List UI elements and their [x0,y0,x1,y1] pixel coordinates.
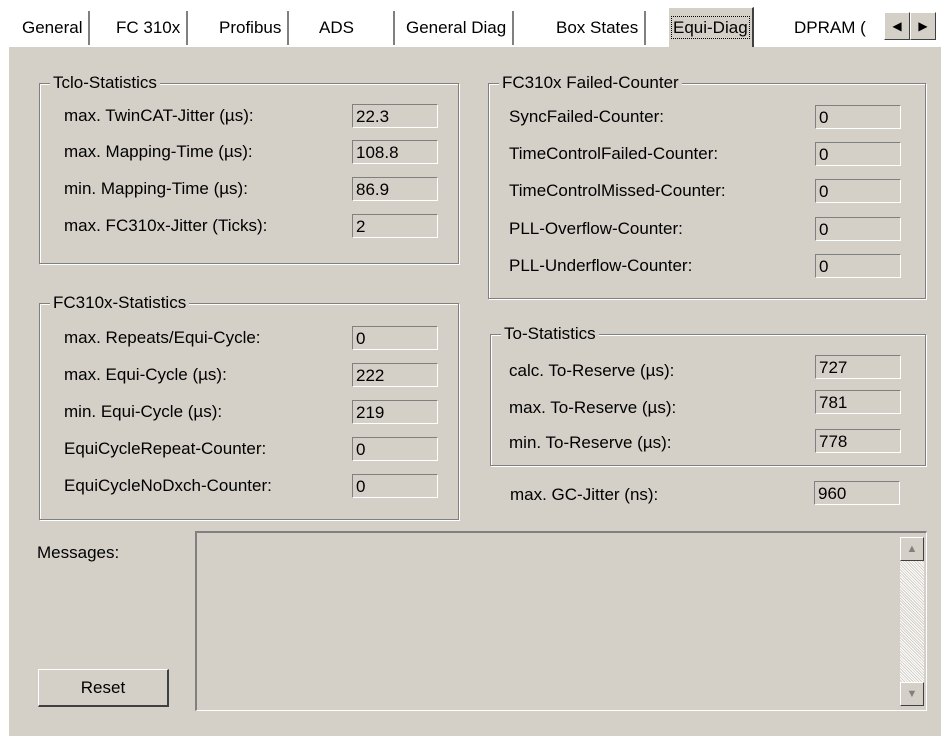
stat-value: 0 [352,326,438,350]
counter-value: 0 [815,142,901,166]
scroll-up-icon[interactable]: ▲ [900,537,924,561]
to-statistics-group: To-Statistics calc. To-Reserve (µs): 727… [490,323,926,466]
stat-row: max. FC310x-Jitter (Ticks): 2 [40,214,458,240]
counter-row: TimeControlFailed-Counter: 0 [489,142,925,168]
tab-fc310x[interactable]: FC 310x [110,11,189,45]
counter-row: PLL-Underflow-Counter: 0 [489,254,925,280]
stat-label: max. Repeats/Equi-Cycle: [64,328,261,347]
tab-scroll-left-icon[interactable]: ◀ [884,12,910,40]
tab-ads[interactable]: ADS [313,11,395,45]
tab-strip: General FC 310x Profibus ADS General Dia… [0,0,941,52]
counter-row: SyncFailed-Counter: 0 [489,105,925,131]
stat-value: 86.9 [352,177,438,201]
stat-row: max. Mapping-Time (µs): 108.8 [40,140,458,166]
counter-value: 0 [815,254,901,278]
tcio-statistics-group: Tclo-Statistics max. TwinCAT-Jitter (µs)… [39,72,459,264]
fc310x-statistics-group: FC310x-Statistics max. Repeats/Equi-Cycl… [39,292,459,520]
tab-profibus[interactable]: Profibus [213,11,290,45]
scroll-down-icon[interactable]: ▼ [900,682,924,706]
counter-label: TimeControlFailed-Counter: [509,144,719,163]
gc-jitter-value: 960 [814,481,900,505]
tab-label: DPRAM ( [794,18,866,37]
tab-general[interactable]: General [16,11,91,45]
counter-row: TimeControlMissed-Counter: 0 [489,179,925,205]
stat-label: calc. To-Reserve (µs): [509,361,675,380]
counter-value: 0 [815,179,901,203]
stat-value: 2 [352,214,438,238]
stat-value: 0 [352,474,438,498]
stat-label: min. To-Reserve (µs): [509,433,672,452]
tab-general-diag[interactable]: General Diag [400,11,515,45]
stat-row: max. To-Reserve (µs): 781 [491,390,925,422]
scrollbar-track[interactable] [900,561,924,682]
messages-list[interactable]: ▲ ▼ [195,531,927,711]
group-title: Tclo-Statistics [50,72,160,94]
counter-value: 0 [815,217,901,241]
stat-row: calc. To-Reserve (µs): 727 [491,355,925,385]
stat-label: max. Equi-Cycle (µs): [64,365,227,384]
group-title: FC310x-Statistics [50,292,190,314]
stat-value: 0 [352,437,438,461]
tab-scroll-right-icon[interactable]: ▶ [910,12,936,40]
tab-label: FC 310x [116,18,181,37]
group-title: FC310x Failed-Counter [499,72,682,94]
counter-row: PLL-Overflow-Counter: 0 [489,217,925,243]
counter-label: TimeControlMissed-Counter: [509,181,726,200]
stat-label: min. Mapping-Time (µs): [64,179,248,198]
tab-label: General [22,18,83,37]
tab-scroll-arrows: ◀ ▶ [884,12,936,42]
stat-row: min. Mapping-Time (µs): 86.9 [40,177,458,203]
tab-dpram[interactable]: DPRAM ( [788,11,872,45]
group-title: To-Statistics [501,323,599,345]
gc-jitter-label: max. GC-Jitter (ns): [510,485,659,504]
stat-label: max. Mapping-Time (µs): [64,142,253,161]
counter-label: PLL-Underflow-Counter: [509,256,693,275]
stat-value: 22.3 [352,104,438,128]
stat-row: EquiCycleRepeat-Counter: 0 [40,437,458,463]
tab-label: ADS [319,18,354,37]
stat-row: max. Equi-Cycle (µs): 222 [40,363,458,389]
stat-value: 778 [815,429,901,453]
stat-row: min. To-Reserve (µs): 778 [491,429,925,457]
stat-row: max. TwinCAT-Jitter (µs): 22.3 [40,104,458,130]
stat-label: min. Equi-Cycle (µs): [64,402,223,421]
messages-scrollbar[interactable]: ▲ ▼ [900,537,924,706]
tab-label: General Diag [406,18,507,37]
stat-value: 108.8 [352,140,438,164]
stat-value: 781 [815,390,901,414]
tab-box-states[interactable]: Box States [550,11,647,45]
stat-value: 727 [815,355,901,379]
stat-label: EquiCycleNoDxch-Counter: [64,476,272,495]
tab-equi-diag[interactable]: Equi-Diag [668,7,754,47]
stat-label: max. FC310x-Jitter (Ticks): [64,216,268,235]
equi-diag-panel: Tclo-Statistics max. TwinCAT-Jitter (µs)… [8,46,941,736]
stat-row: min. Equi-Cycle (µs): 219 [40,400,458,426]
reset-button[interactable]: Reset [38,669,169,707]
stat-label: EquiCycleRepeat-Counter: [64,439,267,458]
counter-label: SyncFailed-Counter: [509,107,664,126]
tab-label: Equi-Diag [671,16,750,39]
counter-value: 0 [815,105,901,129]
stat-label: max. To-Reserve (µs): [509,398,677,417]
stat-row: max. Repeats/Equi-Cycle: 0 [40,326,458,352]
messages-label: Messages: [37,543,120,562]
tab-label: Box States [556,18,639,37]
stat-row: EquiCycleNoDxch-Counter: 0 [40,474,458,500]
tab-label: Profibus [219,18,282,37]
fc310x-failed-counter-group: FC310x Failed-Counter SyncFailed-Counter… [488,72,926,299]
stat-value: 219 [352,400,438,424]
counter-label: PLL-Overflow-Counter: [509,219,683,238]
stat-label: max. TwinCAT-Jitter (µs): [64,106,254,125]
stat-value: 222 [352,363,438,387]
